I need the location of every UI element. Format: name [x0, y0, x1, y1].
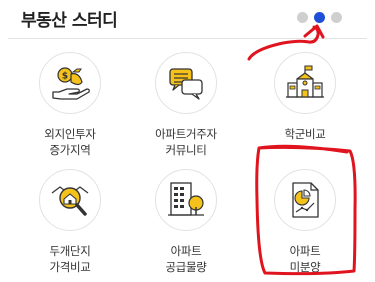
menu-label-line2: 커뮤니티 [165, 143, 207, 157]
menu-item-school-district[interactable]: 학군비교 [250, 52, 360, 142]
menu-item-two-complex-compare[interactable]: 두개단지 가격비교 [15, 169, 125, 275]
menu-icon-circle: $ [39, 52, 101, 114]
menu-item-outsider-investment[interactable]: $ 외지인투자 증가지역 [15, 52, 125, 158]
menu-icon-circle [274, 169, 336, 231]
menu-label: 아파트 공급물량 [165, 243, 206, 275]
money-bag-hand-icon: $ [52, 67, 90, 100]
menu-label-line1: 아파트거주자 [155, 127, 217, 141]
page-dot-3[interactable] [331, 12, 342, 23]
menu-label: 외지인투자 증가지역 [44, 126, 96, 158]
menu-label: 학군비교 [284, 126, 325, 142]
pagination-dots[interactable] [297, 12, 342, 23]
menu-label-line1: 두개단지 [49, 244, 91, 258]
menu-label-line2: 공급물량 [165, 260, 207, 274]
menu-label: 아파트 미분양 [290, 243, 321, 275]
apartment-tree-icon [168, 182, 204, 216]
menu-icon-circle [155, 169, 217, 231]
menu-label-line1: 학군비교 [284, 127, 326, 141]
section-header: 부동산 스터디 [0, 0, 375, 38]
menu-item-unsold-apartments[interactable]: 아파트 미분양 [250, 169, 360, 275]
header-divider [8, 38, 367, 39]
menu-label-line2: 가격비교 [49, 260, 91, 274]
page-dot-1[interactable] [297, 12, 308, 23]
menu-label-line1: 아파트 [289, 244, 321, 258]
menu-item-apartment-supply[interactable]: 아파트 공급물량 [131, 169, 241, 275]
menu-label-line2: 증가지역 [49, 143, 91, 157]
magnifier-house-icon [51, 186, 89, 216]
school-building-icon [286, 65, 324, 98]
menu-icon-circle [155, 52, 217, 114]
menu-item-resident-community[interactable]: 아파트거주자 커뮤니티 [131, 52, 241, 158]
menu-label: 아파트거주자 커뮤니티 [155, 126, 217, 158]
svg-text:$: $ [62, 72, 68, 82]
menu-label-line1: 아파트 [170, 244, 202, 258]
report-chart-icon [292, 182, 319, 218]
menu-label: 두개단지 가격비교 [49, 243, 90, 275]
menu-label-line2: 미분양 [289, 260, 321, 274]
menu-label-line1: 외지인투자 [44, 127, 96, 141]
menu-icon-circle [274, 52, 336, 114]
section-title: 부동산 스터디 [21, 11, 118, 31]
chat-bubbles-icon [169, 68, 203, 100]
page-dot-2-active[interactable] [314, 12, 325, 23]
menu-icon-circle [39, 169, 101, 231]
